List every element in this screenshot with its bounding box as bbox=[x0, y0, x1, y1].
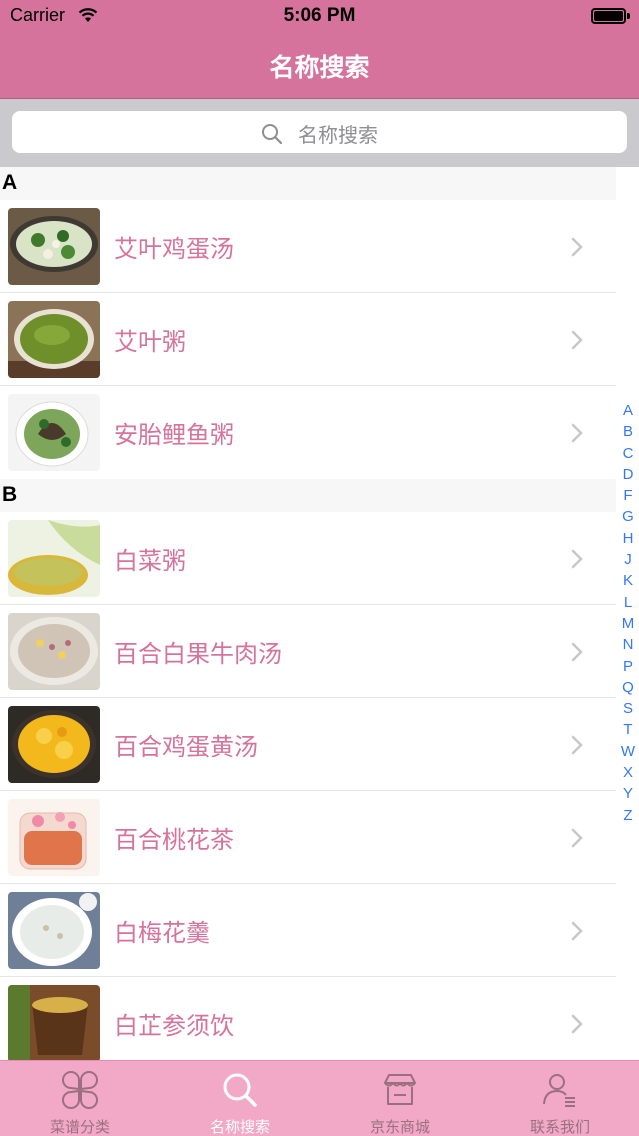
index-letter[interactable]: X bbox=[618, 762, 638, 783]
index-letter[interactable]: J bbox=[618, 549, 638, 570]
recipe-name: 安胎鲤鱼粥 bbox=[114, 421, 234, 449]
battery-icon bbox=[591, 8, 631, 24]
recipe-row[interactable]: 百合桃花茶 bbox=[0, 791, 616, 884]
index-letter[interactable]: D bbox=[618, 464, 638, 485]
chevron-right-icon bbox=[571, 549, 583, 569]
search-input[interactable]: 名称搜索 bbox=[12, 111, 627, 153]
index-letter[interactable]: Z bbox=[618, 805, 638, 826]
recipe-thumbnail bbox=[8, 799, 100, 876]
index-letter[interactable]: Q bbox=[618, 677, 638, 698]
index-letter[interactable]: L bbox=[618, 592, 638, 613]
recipe-thumbnail bbox=[8, 520, 100, 597]
recipe-row[interactable]: 艾叶粥 bbox=[0, 293, 616, 386]
index-letter[interactable]: M bbox=[618, 613, 638, 634]
recipe-name: 白菜粥 bbox=[114, 547, 186, 575]
chevron-right-icon bbox=[571, 642, 583, 662]
navigation-bar: 名称搜索 bbox=[0, 32, 639, 99]
recipe-row[interactable]: 白菜粥 bbox=[0, 512, 616, 605]
index-letter[interactable]: N bbox=[618, 634, 638, 655]
search-placeholder: 名称搜索 bbox=[298, 123, 379, 147]
search-icon bbox=[223, 1073, 257, 1107]
recipe-row[interactable]: 白梅花羹 bbox=[0, 884, 616, 977]
recipe-name: 艾叶粥 bbox=[114, 328, 186, 356]
recipe-thumbnail bbox=[8, 613, 100, 690]
store-icon bbox=[384, 1074, 416, 1105]
section-header-b: B bbox=[0, 479, 616, 512]
index-letter[interactable]: W bbox=[618, 741, 638, 762]
index-letter[interactable]: H bbox=[618, 528, 638, 549]
recipe-row[interactable]: 安胎鲤鱼粥 bbox=[0, 386, 616, 479]
recipe-row[interactable]: 百合鸡蛋黄汤 bbox=[0, 698, 616, 791]
recipe-row[interactable]: 百合白果牛肉汤 bbox=[0, 605, 616, 698]
recipe-thumbnail bbox=[8, 706, 100, 783]
recipe-thumbnail bbox=[8, 301, 100, 378]
tab-bar: 菜谱分类 名称搜索 京东商城 联系我们 bbox=[0, 1060, 639, 1136]
recipe-name: 艾叶鸡蛋汤 bbox=[114, 235, 234, 263]
tab-label: 名称搜索 bbox=[209, 1118, 270, 1136]
index-letter[interactable]: A bbox=[618, 400, 638, 421]
section-header-a: A bbox=[0, 167, 616, 200]
recipe-name: 百合鸡蛋黄汤 bbox=[114, 733, 258, 761]
chevron-right-icon bbox=[571, 423, 583, 443]
clover-grid-icon bbox=[62, 1071, 98, 1109]
section-index[interactable]: A B C D F G H J K L M N P Q S T W X Y Z bbox=[618, 400, 638, 826]
chevron-right-icon bbox=[571, 735, 583, 755]
recipe-name: 百合桃花茶 bbox=[114, 826, 234, 854]
tab-label: 菜谱分类 bbox=[49, 1118, 110, 1136]
tab-label: 京东商城 bbox=[369, 1118, 430, 1136]
chevron-right-icon bbox=[571, 237, 583, 257]
index-letter[interactable]: P bbox=[618, 656, 638, 677]
section-letter: A bbox=[2, 171, 18, 194]
tab-jd-mall[interactable]: 京东商城 bbox=[320, 1061, 480, 1136]
index-letter[interactable]: K bbox=[618, 570, 638, 591]
index-letter[interactable]: Y bbox=[618, 783, 638, 804]
index-letter[interactable]: S bbox=[618, 698, 638, 719]
index-letter[interactable]: B bbox=[618, 421, 638, 442]
recipe-thumbnail bbox=[8, 985, 100, 1060]
contact-person-icon bbox=[543, 1074, 575, 1107]
recipe-name: 百合白果牛肉汤 bbox=[114, 640, 282, 668]
recipe-row[interactable]: 白芷参须饮 bbox=[0, 977, 616, 1060]
search-bar: 名称搜索 bbox=[0, 99, 639, 167]
chevron-right-icon bbox=[571, 1014, 583, 1034]
tab-label: 联系我们 bbox=[529, 1118, 590, 1136]
recipe-thumbnail bbox=[8, 208, 100, 285]
status-bar: Carrier 5:06 PM bbox=[0, 0, 639, 32]
index-letter[interactable]: T bbox=[618, 719, 638, 740]
recipe-row[interactable]: 艾叶鸡蛋汤 bbox=[0, 200, 616, 293]
tab-contact-us[interactable]: 联系我们 bbox=[480, 1061, 639, 1136]
search-icon bbox=[261, 123, 283, 144]
page-title: 名称搜索 bbox=[269, 53, 370, 82]
section-letter: B bbox=[2, 483, 18, 506]
index-letter[interactable]: C bbox=[618, 443, 638, 464]
recipe-thumbnail bbox=[8, 892, 100, 969]
recipe-name: 白芷参须饮 bbox=[114, 1012, 234, 1040]
recipe-thumbnail bbox=[8, 394, 100, 471]
recipe-name: 白梅花羹 bbox=[114, 919, 210, 947]
tab-name-search[interactable]: 名称搜索 bbox=[160, 1061, 320, 1136]
tab-recipe-categories[interactable]: 菜谱分类 bbox=[0, 1061, 160, 1136]
chevron-right-icon bbox=[571, 330, 583, 350]
chevron-right-icon bbox=[571, 828, 583, 848]
status-time: 5:06 PM bbox=[283, 5, 356, 26]
index-letter[interactable]: G bbox=[618, 506, 638, 527]
recipe-list[interactable]: A 艾叶鸡蛋汤 艾叶粥 安胎鲤鱼粥 B 白菜粥 百合白果牛肉汤 百合鸡蛋黄汤 百… bbox=[0, 167, 639, 1060]
index-letter[interactable]: F bbox=[618, 485, 638, 506]
chevron-right-icon bbox=[571, 921, 583, 941]
